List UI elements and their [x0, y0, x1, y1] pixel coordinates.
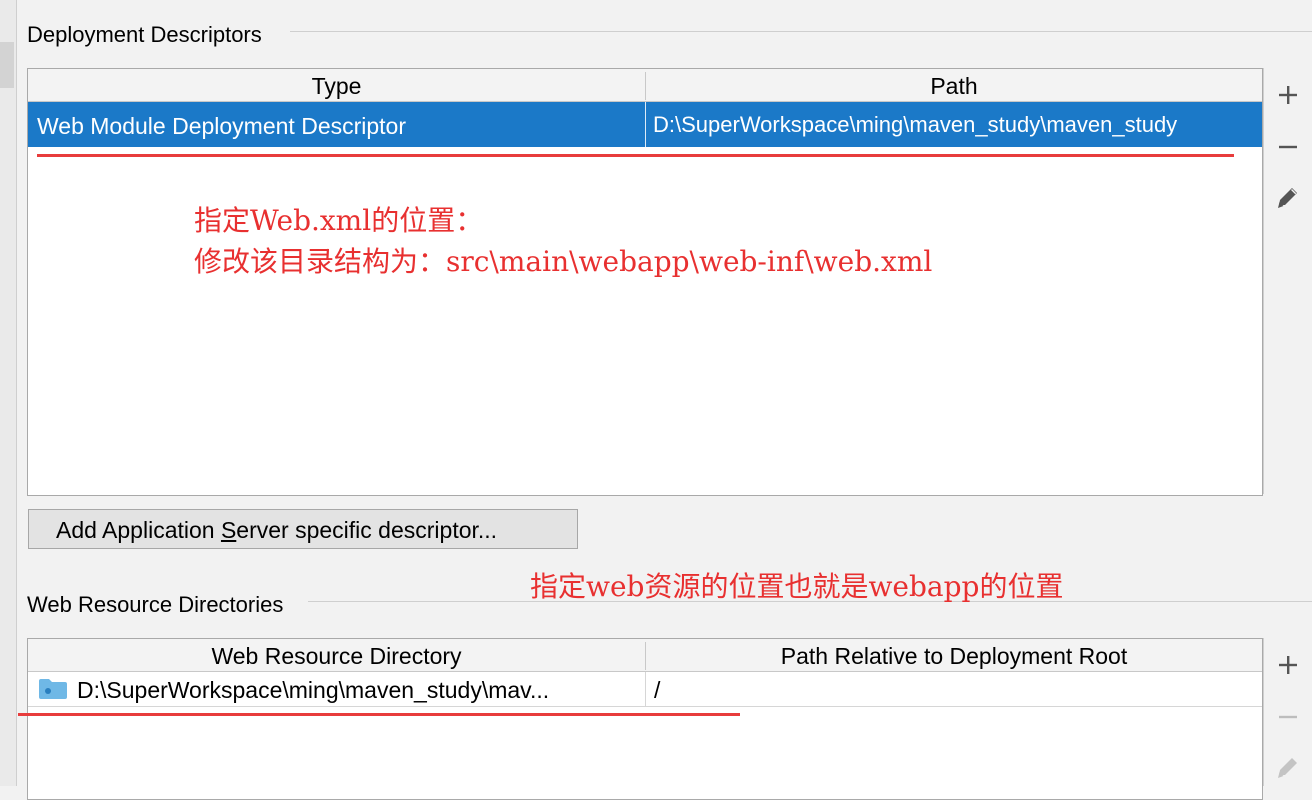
button-mnemonic: S [220, 517, 237, 543]
table-row[interactable]: D:\SuperWorkspace\ming\maven_study\mav..… [28, 672, 1262, 707]
remove-icon[interactable] [1264, 127, 1312, 167]
add-icon[interactable] [1264, 645, 1312, 685]
relative-path-cell[interactable]: / [654, 672, 1254, 708]
column-header-relative-path[interactable]: Path Relative to Deployment Root [646, 639, 1262, 671]
edit-icon[interactable] [1264, 178, 1312, 218]
column-header-type[interactable]: Type [28, 69, 645, 101]
cell-divider [645, 102, 646, 147]
add-server-descriptor-button[interactable]: Add Application Server specific descript… [28, 509, 578, 549]
annotation-underline [18, 713, 740, 716]
annotation-text: 指定web资源的位置也就是webapp的位置 [530, 570, 1064, 603]
web-resource-directory-cell[interactable]: D:\SuperWorkspace\ming\maven_study\mav..… [77, 672, 637, 708]
annotation-underline [37, 154, 1234, 157]
web-folder-icon [39, 679, 67, 699]
left-panel-tab[interactable] [0, 42, 14, 88]
descriptor-path-cell[interactable]: D:\SuperWorkspace\ming\maven_study\maven… [653, 102, 1262, 148]
web-resource-directories-table[interactable]: Web Resource Directory Path Relative to … [27, 638, 1263, 800]
column-header-path[interactable]: Path [646, 69, 1262, 101]
annotation-text: 修改该目录结构为：src\main\webapp\web-inf\web.xml [194, 245, 933, 278]
table-row[interactable]: Web Module Deployment Descriptor D:\Supe… [28, 102, 1262, 147]
table-header: Web Resource Directory Path Relative to … [28, 639, 1262, 672]
button-label-end: erver specific descriptor... [236, 517, 498, 543]
resource-toolbar [1263, 638, 1312, 786]
annotation-text: 指定Web.xml的位置： [194, 204, 484, 237]
add-icon[interactable] [1264, 75, 1312, 115]
descriptor-type-cell[interactable]: Web Module Deployment Descriptor [37, 102, 637, 150]
button-label-start: Add Application [56, 517, 221, 543]
deployment-descriptors-title: Deployment Descriptors [27, 22, 274, 48]
table-header: Type Path [28, 69, 1262, 102]
left-panel-edge [0, 0, 17, 786]
deployment-descriptors-table[interactable]: Type Path Web Module Deployment Descript… [27, 68, 1263, 496]
section-divider [290, 31, 1312, 32]
column-header-web-resource-directory[interactable]: Web Resource Directory [28, 639, 645, 671]
remove-icon[interactable] [1264, 697, 1312, 737]
web-resource-directories-title: Web Resource Directories [27, 592, 296, 618]
descriptor-toolbar [1263, 68, 1312, 494]
edit-icon[interactable] [1264, 748, 1312, 788]
cell-divider [645, 672, 646, 706]
